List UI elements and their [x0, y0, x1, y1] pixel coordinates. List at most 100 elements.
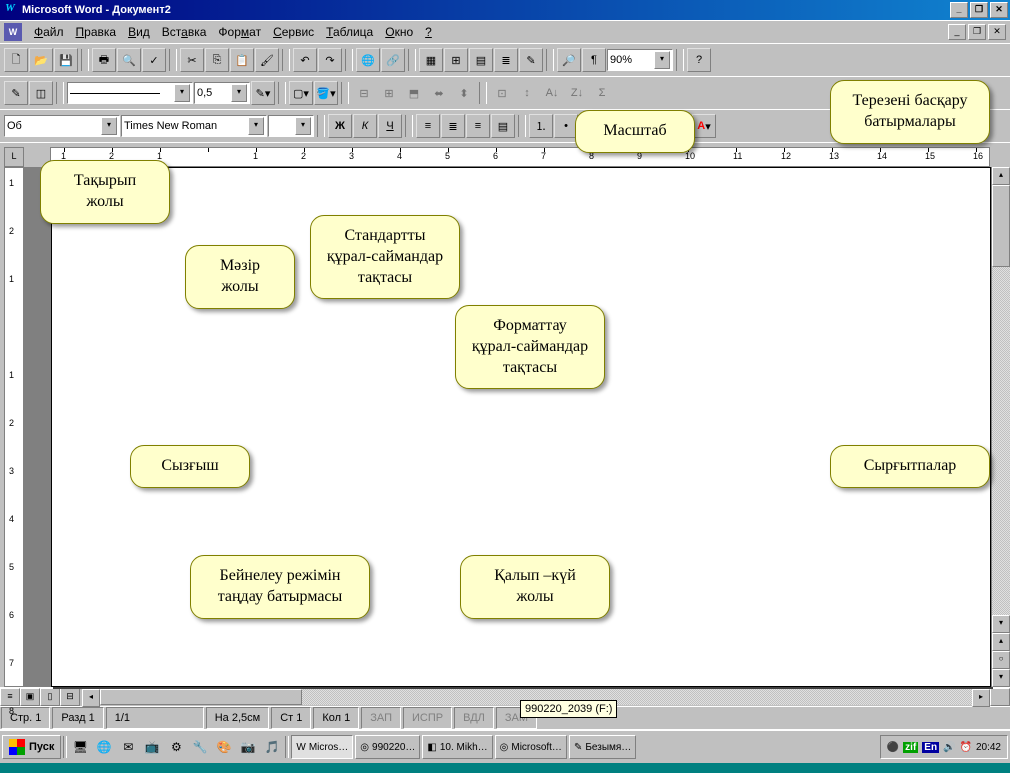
menu-edit[interactable]: Правка — [70, 23, 123, 41]
shading-color-button[interactable]: 🪣▾ — [314, 81, 338, 105]
ql-ie[interactable]: 🌐 — [93, 736, 115, 758]
menu-table[interactable]: Таблица — [320, 23, 379, 41]
print-layout-button[interactable]: ▯ — [40, 688, 60, 706]
bold-button[interactable]: Ж — [328, 114, 352, 138]
menu-window[interactable]: Окно — [379, 23, 419, 41]
menu-view[interactable]: Вид — [122, 23, 156, 41]
maximize-button[interactable]: ❐ — [970, 2, 988, 18]
doc-restore-button[interactable]: ❐ — [968, 24, 986, 40]
tables-button[interactable]: ▦ — [419, 48, 443, 72]
font-color-button[interactable]: A▾ — [692, 114, 716, 138]
new-doc-button[interactable]: 🗋 — [4, 48, 28, 72]
taskbar-task[interactable]: ◧10. Mikh… — [422, 735, 492, 759]
taskbar-task[interactable]: ◎990220… — [355, 735, 420, 759]
menu-tools[interactable]: Сервис — [267, 23, 320, 41]
word-doc-icon[interactable]: W — [4, 23, 22, 41]
align-left-button[interactable]: ≡ — [416, 114, 440, 138]
normal-view-button[interactable]: ≡ — [0, 688, 20, 706]
system-tray[interactable]: ⚫ zif En 🔊 ⏰ 20:42 — [880, 735, 1008, 759]
eraser-button[interactable]: ◫ — [29, 81, 53, 105]
help-button[interactable]: ? — [687, 48, 711, 72]
style-combo[interactable]: Об▾ — [4, 115, 120, 137]
format-painter-button[interactable]: 🖌 — [255, 48, 279, 72]
doc-close-button[interactable]: ✕ — [988, 24, 1006, 40]
status-ext[interactable]: ВДЛ — [454, 707, 494, 729]
columns-button[interactable]: ≣ — [494, 48, 518, 72]
underline-button[interactable]: Ч — [378, 114, 402, 138]
cut-button[interactable]: ✂ — [180, 48, 204, 72]
minimize-button[interactable]: _ — [950, 2, 968, 18]
vertical-scrollbar[interactable]: ▴ ▾ ▴ ○ ▾ — [991, 167, 1010, 687]
tray-icon2[interactable]: ⏰ — [960, 742, 972, 753]
numbering-button[interactable]: ⒈ — [529, 114, 553, 138]
ql-oe[interactable]: ✉ — [117, 736, 139, 758]
taskbar-task[interactable]: ◎Microsoft… — [495, 735, 567, 759]
outside-border-button[interactable]: ▢▾ — [289, 81, 313, 105]
font-combo[interactable]: Times New Roman▾ — [121, 115, 267, 137]
copy-button[interactable]: ⎘ — [205, 48, 229, 72]
ql-tool2[interactable]: 🔧 — [189, 736, 211, 758]
align-center-button[interactable]: ≣ — [441, 114, 465, 138]
next-page-button[interactable]: ▾ — [992, 669, 1010, 687]
open-button[interactable]: 📂 — [29, 48, 53, 72]
browse-object-button[interactable]: ○ — [992, 651, 1010, 669]
status-trk[interactable]: ИСПР — [403, 707, 452, 729]
ql-tool3[interactable]: 🎨 — [213, 736, 235, 758]
align-right-button[interactable]: ≡ — [466, 114, 490, 138]
scroll-down-arrow[interactable]: ▾ — [992, 615, 1010, 633]
hyperlink-button[interactable]: 🌐 — [356, 48, 380, 72]
doc-minimize-button[interactable]: _ — [948, 24, 966, 40]
excel-button[interactable]: ▤ — [469, 48, 493, 72]
spellcheck-button[interactable]: ✓ — [142, 48, 166, 72]
tray-vol-icon[interactable]: 🔊 — [943, 742, 955, 753]
draw-table-button[interactable]: ✎ — [4, 81, 28, 105]
save-button[interactable]: 💾 — [54, 48, 78, 72]
menu-format[interactable]: Формат — [212, 23, 267, 41]
hscroll-thumb[interactable] — [100, 689, 302, 705]
print-button[interactable]: 🖶 — [92, 48, 116, 72]
start-button[interactable]: Пуск — [2, 735, 61, 759]
horizontal-ruler[interactable]: 121123456789101112131415161718 — [50, 147, 990, 167]
ql-tool4[interactable]: 📷 — [237, 736, 259, 758]
ql-channels[interactable]: 📺 — [141, 736, 163, 758]
insert-table-button[interactable]: ⊞ — [444, 48, 468, 72]
web-toolbar-button[interactable]: 🔗 — [381, 48, 405, 72]
drawing-button[interactable]: ✎ — [519, 48, 543, 72]
scroll-left-arrow[interactable]: ◂ — [82, 689, 100, 707]
undo-button[interactable]: ↶ — [293, 48, 317, 72]
tray-icon[interactable]: ⚫ — [887, 742, 899, 753]
web-view-button[interactable]: ▣ — [20, 688, 40, 706]
tray-lang[interactable]: En — [922, 742, 939, 753]
border-color-button[interactable]: ✎▾ — [251, 81, 275, 105]
scroll-up-arrow[interactable]: ▴ — [992, 167, 1010, 185]
font-size-combo[interactable]: ▾ — [268, 115, 314, 137]
taskbar-task[interactable]: ✎Безымя… — [569, 735, 636, 759]
menu-help[interactable]: ? — [419, 23, 438, 41]
vertical-ruler[interactable]: 12112345678 — [0, 167, 25, 687]
line-weight-combo[interactable]: 0,5▾ — [194, 82, 250, 104]
close-button[interactable]: ✕ — [990, 2, 1008, 18]
italic-button[interactable]: К — [353, 114, 377, 138]
tray-zif-icon[interactable]: zif — [903, 742, 918, 753]
prev-page-button[interactable]: ▴ — [992, 633, 1010, 651]
ql-tool1[interactable]: ⚙ — [165, 736, 187, 758]
line-style-combo[interactable]: ▾ — [67, 82, 193, 104]
outline-view-button[interactable]: ⊟ — [60, 688, 80, 706]
doc-map-button[interactable]: 🔎 — [557, 48, 581, 72]
justify-button[interactable]: ▤ — [491, 114, 515, 138]
scroll-thumb[interactable] — [992, 185, 1010, 267]
preview-button[interactable]: 🔍 — [117, 48, 141, 72]
status-rec[interactable]: ЗАП — [361, 707, 401, 729]
redo-button[interactable]: ↷ — [318, 48, 342, 72]
ql-desktop[interactable]: 🖥 — [69, 736, 91, 758]
scroll-right-arrow[interactable]: ▸ — [972, 689, 990, 707]
show-hide-button[interactable]: ¶ — [582, 48, 606, 72]
ql-tool5[interactable]: 🎵 — [261, 736, 283, 758]
tab-selector[interactable]: L — [4, 147, 24, 167]
menu-file[interactable]: Файл — [28, 23, 70, 41]
zoom-combo[interactable]: 90% ▾ — [607, 49, 673, 71]
menu-insert[interactable]: Вставка — [156, 23, 213, 41]
chevron-down-icon[interactable]: ▾ — [654, 51, 670, 69]
taskbar-task[interactable]: WMicros… — [291, 735, 353, 759]
paste-button[interactable]: 📋 — [230, 48, 254, 72]
